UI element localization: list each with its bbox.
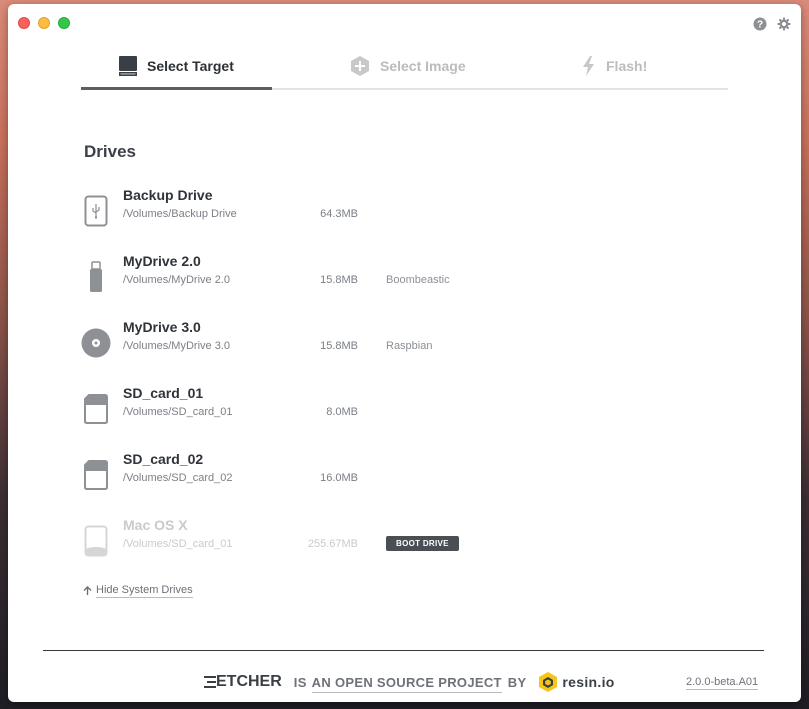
active-step-indicator: [81, 87, 272, 90]
drives-title: Drives: [84, 142, 136, 161]
window-close-button[interactable]: [18, 17, 30, 29]
drive-path: /Volumes/SD_card_01: [123, 406, 233, 418]
gear-icon[interactable]: [777, 17, 791, 31]
lightning-icon: [583, 56, 594, 76]
resin-logo-text: resin.io: [562, 674, 615, 690]
plus-hexagon-icon: [351, 56, 369, 76]
drive-size: 16.0MB: [320, 472, 358, 484]
drive-size: 15.8MB: [320, 274, 358, 286]
drive-path: /Volumes/MyDrive 2.0: [123, 274, 230, 286]
step-label: Select Target: [147, 58, 234, 74]
resin-logo[interactable]: resin.io: [538, 671, 614, 693]
step-label: Select Image: [380, 58, 466, 74]
step-label: Flash!: [606, 58, 648, 74]
footer: ETCHER IS AN OPEN SOURCE PROJECT BY resi…: [204, 671, 615, 693]
arrow-up-icon: [83, 586, 92, 595]
drive-path: /Volumes/SD_card_02: [123, 472, 233, 484]
window-maximize-button[interactable]: [58, 17, 70, 29]
drive-name: Mac OS X: [123, 517, 188, 533]
tab-flash[interactable]: Flash!: [581, 54, 647, 78]
help-icon[interactable]: ?: [753, 17, 767, 31]
hide-system-drives-link[interactable]: Hide System Drives: [83, 584, 193, 598]
tab-select-target[interactable]: Select Target: [118, 54, 234, 78]
drive-size: 64.3MB: [320, 208, 358, 220]
etcher-speed-lines-icon: [204, 676, 216, 688]
hide-link-label: Hide System Drives: [96, 584, 193, 598]
sd-card-icon: [78, 457, 114, 493]
boot-drive-badge: BOOT DRIVE: [386, 536, 459, 551]
drive-path: /Volumes/Backup Drive: [123, 208, 237, 220]
etcher-logo-text: ETCHER: [216, 673, 282, 690]
hard-drive-icon: [78, 523, 114, 559]
steps-nav: Select Target Select Image Flash!: [81, 44, 728, 90]
drive-name: Backup Drive: [123, 187, 213, 203]
drive-size: 255.67MB: [307, 538, 358, 550]
usb-stick-icon: [78, 259, 114, 295]
drive-path: /Volumes/SD_card_01: [123, 538, 233, 550]
drive-path: /Volumes/MyDrive 3.0: [123, 340, 230, 352]
drive-item-sd-card-02[interactable]: SD_card_02 /Volumes/SD_card_02 16.0MB: [78, 449, 498, 499]
drive-item-mac-os-x: Mac OS X /Volumes/SD_card_01 255.67MB BO…: [78, 515, 498, 565]
drive-size: 8.0MB: [326, 406, 358, 418]
etcher-window: ? Select Target Select Image Flash! Driv…: [8, 4, 801, 702]
drive-name: SD_card_01: [123, 385, 204, 401]
resin-cube-icon: [539, 672, 558, 692]
drive-item-sd-card-01[interactable]: SD_card_01 /Volumes/SD_card_01 8.0MB: [78, 383, 498, 433]
footer-divider: [43, 650, 764, 651]
drive-item-mydrive-2[interactable]: MyDrive 2.0 /Volumes/MyDrive 2.0 15.8MB …: [78, 251, 498, 301]
usb-drive-icon: [78, 193, 114, 229]
disc-icon: [78, 325, 114, 361]
drive-name: MyDrive 2.0: [123, 253, 201, 269]
window-minimize-button[interactable]: [38, 17, 50, 29]
footer-by-text: BY: [507, 674, 527, 690]
etcher-logo[interactable]: ETCHER: [204, 673, 282, 691]
drive-item-backup-drive[interactable]: Backup Drive /Volumes/Backup Drive 64.3M…: [78, 185, 498, 235]
tab-select-image[interactable]: Select Image: [349, 54, 466, 78]
drive-image-label: Boombeastic: [386, 274, 450, 286]
drive-item-mydrive-3[interactable]: MyDrive 3.0 /Volumes/MyDrive 3.0 15.8MB …: [78, 317, 498, 367]
svg-text:?: ?: [757, 20, 763, 31]
drive-name: MyDrive 3.0: [123, 319, 201, 335]
drive-name: SD_card_02: [123, 451, 204, 467]
drive-size: 15.8MB: [320, 340, 358, 352]
version-link[interactable]: 2.0.0-beta.A01: [686, 676, 759, 690]
footer-is-text: IS: [293, 674, 307, 690]
open-source-project-link[interactable]: AN OPEN SOURCE PROJECT: [311, 674, 502, 693]
drive-image-label: Raspbian: [386, 340, 433, 352]
sd-card-icon: [78, 391, 114, 427]
drive-icon: [119, 56, 137, 76]
open-source-link-label: AN OPEN SOURCE PROJECT: [311, 674, 502, 693]
